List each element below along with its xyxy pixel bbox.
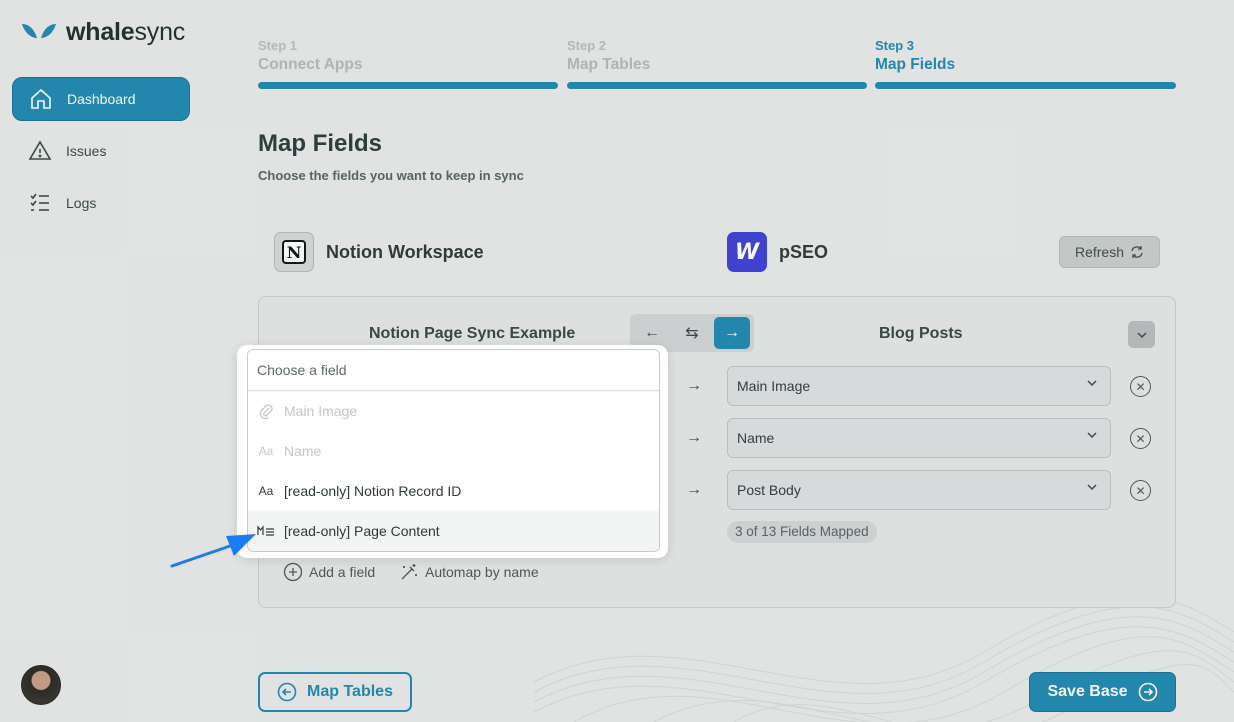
right-field-select[interactable]: Main Image [727, 366, 1111, 406]
sidebar-nav: Dashboard Issues Logs [12, 77, 190, 233]
warning-icon [28, 140, 52, 160]
right-app-name: pSEO [779, 241, 829, 262]
option-label: Name [284, 443, 322, 459]
step-name: Connect Apps [258, 56, 363, 73]
arrow-left-icon: ← [644, 324, 660, 341]
sidebar-item-label: Logs [66, 195, 97, 211]
whale-tail-icon [22, 23, 56, 38]
notion-logo-icon: N [274, 232, 314, 272]
chevron-down-icon [1136, 331, 1147, 338]
collapse-button[interactable] [1128, 321, 1155, 348]
step-progress-bar [567, 82, 867, 89]
add-field-label: Add a field [309, 564, 376, 580]
text-icon: Aa [258, 484, 274, 498]
add-field-button[interactable]: Add a field [283, 562, 375, 582]
choose-field-input[interactable]: Choose a field [248, 350, 659, 391]
dropdown-option-notion-record-id[interactable]: Aa [read-only] Notion Record ID [248, 471, 659, 511]
magic-wand-icon [401, 564, 417, 580]
arrow-right-icon: → [686, 429, 702, 446]
dropdown-option-page-content[interactable]: [read-only] Page Content [248, 511, 659, 551]
chevron-down-icon [1087, 484, 1097, 491]
page-subtitle: Choose the fields you want to keep in sy… [258, 168, 524, 183]
arrow-left-circle-icon [277, 682, 297, 702]
step-number: Step 3 [875, 38, 915, 53]
refresh-icon [1131, 246, 1143, 258]
refresh-label: Refresh [1074, 244, 1125, 260]
remove-mapping-button[interactable]: ✕ [1130, 428, 1151, 449]
step-number: Step 1 [258, 38, 298, 53]
step-name: Map Tables [567, 56, 651, 73]
sidebar-item-issues[interactable]: Issues [12, 129, 190, 173]
webflow-logo-icon: W [727, 232, 767, 272]
right-field-select[interactable]: Name [727, 418, 1111, 458]
mapped-count-badge: 3 of 13 Fields Mapped [727, 521, 877, 543]
arrows-swap-icon: ⇆ [685, 325, 699, 342]
remove-mapping-button[interactable]: ✕ [1130, 376, 1151, 397]
select-value: Name [737, 430, 775, 446]
sync-right-button[interactable]: → [714, 317, 750, 349]
home-icon [31, 88, 51, 109]
page-title: Map Fields [258, 130, 383, 157]
annotation-arrow-icon [170, 534, 256, 568]
save-button-label: Save Base [1047, 683, 1128, 700]
right-app-header: W pSEO [727, 232, 828, 272]
plus-circle-icon [283, 562, 303, 582]
chevron-down-icon [1087, 432, 1097, 439]
step-map-fields[interactable]: Step 3 Map Fields [875, 38, 1176, 89]
right-table-name: Blog Posts [879, 325, 963, 342]
arrow-right-icon: → [686, 481, 702, 498]
checklist-icon [30, 193, 49, 211]
automap-label: Automap by name [425, 564, 539, 580]
right-field-select[interactable]: Post Body [727, 470, 1111, 510]
dropdown-option-name: Aa Name [248, 431, 659, 471]
chevron-down-icon [1087, 380, 1097, 387]
step-number: Step 2 [567, 38, 607, 53]
automap-button[interactable]: Automap by name [399, 562, 539, 582]
step-name: Map Fields [875, 56, 956, 73]
option-label: [read-only] Page Content [284, 523, 440, 539]
step-progress-bar [258, 82, 558, 89]
brand-name-rest: sync [134, 18, 186, 46]
brand-name-bold: whale [66, 18, 135, 46]
close-icon: ✕ [1135, 379, 1146, 394]
sidebar-item-label: Issues [66, 143, 107, 159]
back-to-map-tables-button[interactable]: Map Tables [258, 672, 412, 712]
save-base-button[interactable]: Save Base [1029, 672, 1176, 712]
back-button-label: Map Tables [307, 683, 393, 700]
option-label: [read-only] Notion Record ID [284, 483, 462, 499]
step-progress-bar [875, 82, 1176, 89]
close-icon: ✕ [1135, 431, 1146, 446]
sync-both-button[interactable]: ⇆ [674, 317, 710, 349]
select-value: Post Body [737, 482, 801, 498]
select-value: Main Image [737, 378, 811, 394]
avatar[interactable] [21, 665, 61, 705]
sidebar-item-label: Dashboard [67, 91, 136, 107]
arrow-right-circle-icon [1138, 682, 1157, 702]
arrow-right-icon: → [686, 377, 702, 394]
sidebar-item-dashboard[interactable]: Dashboard [12, 77, 190, 121]
option-label: Main Image [284, 403, 358, 419]
svg-text:N: N [287, 243, 302, 262]
dropdown-option-main-image: Main Image [248, 391, 659, 431]
refresh-button[interactable]: Refresh [1059, 236, 1160, 268]
left-table-name: Notion Page Sync Example [369, 325, 576, 342]
arrow-right-icon: → [724, 324, 740, 341]
paperclip-icon [257, 403, 275, 419]
step-map-tables[interactable]: Step 2 Map Tables [567, 38, 867, 89]
whalesync-logo[interactable]: whalesync [20, 18, 185, 47]
left-app-name: Notion Workspace [326, 241, 484, 262]
remove-mapping-button[interactable]: ✕ [1130, 480, 1151, 501]
left-app-header: N Notion Workspace [274, 232, 484, 272]
field-picker-dropdown: Choose a field Main Image Aa Name Aa [re… [247, 349, 660, 552]
step-connect-apps[interactable]: Step 1 Connect Apps [258, 38, 558, 89]
close-icon: ✕ [1135, 483, 1146, 498]
text-icon: Aa [258, 444, 274, 458]
sidebar-item-logs[interactable]: Logs [12, 181, 190, 225]
choose-field-placeholder: Choose a field [257, 362, 347, 378]
